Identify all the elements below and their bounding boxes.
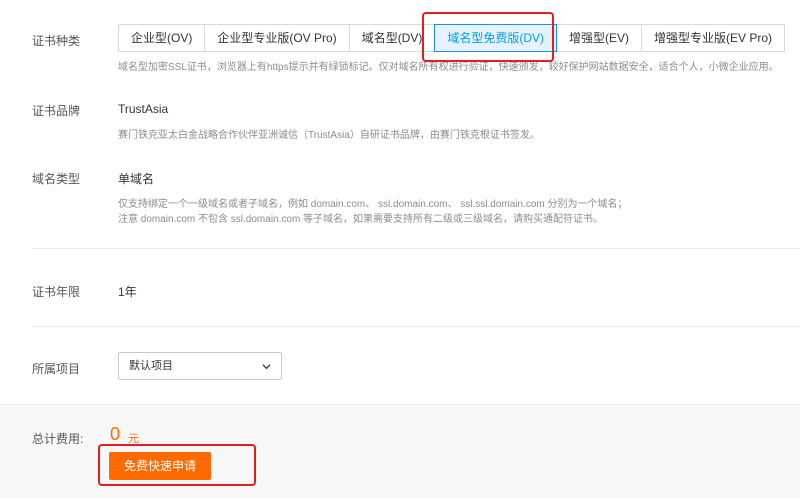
domain-type-value: 单域名: [118, 172, 155, 186]
project-select-value: 默认项目: [129, 360, 173, 372]
tab-ev[interactable]: 增强型(EV): [556, 24, 643, 52]
brand-value: TrustAsia: [118, 102, 169, 116]
chevron-down-icon: [262, 364, 271, 370]
domain-type-label: 域名类型: [32, 172, 81, 186]
cert-type-tabs: 企业型(OV) 企业型专业版(OV Pro) 域名型(DV) 域名型免费版(DV…: [118, 24, 786, 52]
brand-hint: 赛门铁克亚太白金战略合作伙伴亚洲诚信（TrustAsia）自研证书品牌，由赛门铁…: [118, 130, 540, 141]
footer-bar: [0, 404, 800, 498]
tab-dv-free[interactable]: 域名型免费版(DV): [434, 24, 558, 52]
cert-type-label: 证书种类: [32, 34, 81, 48]
divider-2: [32, 326, 800, 327]
price-value: 0: [110, 424, 121, 444]
tab-ev-pro[interactable]: 增强型专业版(EV Pro): [641, 24, 786, 52]
brand-label: 证书品牌: [32, 104, 81, 118]
price-unit: 元: [128, 433, 139, 445]
tab-ov[interactable]: 企业型(OV): [118, 24, 206, 52]
validity-label: 证书年限: [32, 285, 81, 299]
apply-button[interactable]: 免费快速申请: [109, 452, 211, 480]
domain-type-hint-1: 仅支持绑定一个一级域名或者子域名，例如 domain.com、 ssl.doma…: [118, 199, 628, 210]
tab-dv[interactable]: 域名型(DV): [348, 24, 436, 52]
divider-1: [32, 248, 800, 249]
cert-type-hint: 域名型加密SSL证书，浏览器上有https提示并有绿锁标记。仅对域名所有权进行验…: [118, 62, 779, 73]
domain-type-hint-2: 注意 domain.com 不包含 ssl.domain.com 等子域名，如果…: [118, 214, 604, 225]
total-label: 总计费用:: [32, 432, 84, 446]
tab-ov-pro[interactable]: 企业型专业版(OV Pro): [204, 24, 350, 52]
validity-value: 1年: [118, 285, 137, 299]
project-label: 所属项目: [32, 362, 81, 376]
project-select[interactable]: 默认项目: [118, 352, 282, 380]
